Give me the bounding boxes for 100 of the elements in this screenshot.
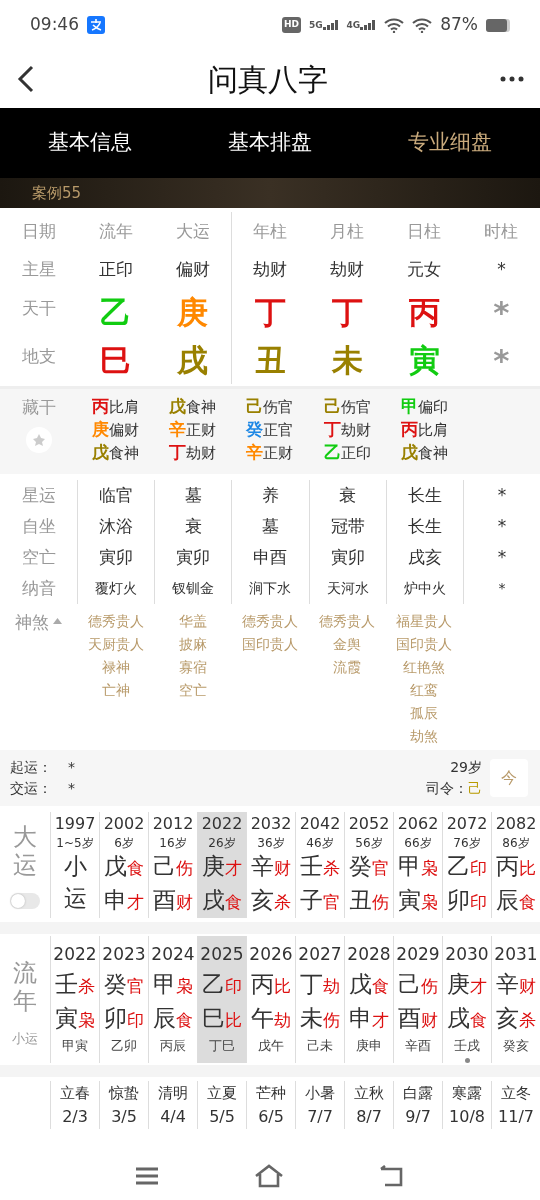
age-text: 16岁: [159, 836, 187, 850]
ten-god-label: 官: [323, 892, 340, 912]
ten-god-label: 才: [470, 975, 487, 996]
liunian-column[interactable]: 2029 己伤 酉财 辛酉: [393, 936, 442, 1063]
age-text: 46岁: [306, 836, 334, 850]
ganzhi-char: 壬: [300, 853, 323, 879]
dayun-column[interactable]: 2062 66岁 甲 枭 寅枭: [393, 812, 442, 918]
liunian-column[interactable]: 2030 庚才 戌食 壬戌: [442, 936, 491, 1063]
solar-term-name: 清明: [158, 1083, 188, 1102]
detail-text: 墓: [231, 511, 309, 542]
detail-text: 养: [231, 480, 309, 511]
xiaoyun-text: 甲寅: [62, 1037, 88, 1053]
year-text: 2023: [102, 944, 146, 964]
solar-term-date: 10/8: [449, 1106, 485, 1126]
earthly-branch: 巳: [99, 341, 133, 380]
heavenly-stem: *: [492, 293, 511, 332]
ten-god-label: 正财: [186, 421, 217, 439]
tab[interactable]: 基本排盘: [180, 127, 360, 159]
network-type-text: 4G: [346, 21, 361, 30]
dayun-column[interactable]: 2032 36岁 辛财 亥杀: [246, 812, 295, 918]
stem-char: 戊: [400, 442, 418, 462]
year-text: 2025: [200, 944, 244, 964]
detail-text: 寅卯: [308, 542, 386, 573]
dayun-column[interactable]: 2082 86岁 丙比 辰食: [491, 812, 540, 918]
ten-god-label: 才: [225, 858, 242, 878]
shensha-text: 天厨贵人: [86, 635, 145, 654]
column-heading: 日柱: [406, 220, 443, 243]
year-text: 1997: [54, 814, 96, 833]
dayun-column[interactable]: 2042 46岁 壬杀 子官: [295, 812, 344, 918]
dayun-column[interactable]: 2052 56岁 癸官 丑伤: [344, 812, 393, 918]
tab[interactable]: 专业细盘: [360, 127, 540, 159]
shensha-text: 国印贵人: [395, 635, 454, 654]
stem-char: 辛: [246, 442, 264, 462]
ganzhi-char: 酉: [398, 1004, 421, 1031]
year-text: 2022: [201, 814, 243, 833]
main-star-text: 正印: [97, 258, 134, 281]
back-icon[interactable]: [16, 64, 36, 94]
ten-god-label: 印: [127, 1009, 144, 1030]
ten-god-label: 杀: [323, 858, 340, 878]
ganzhi-char: 庚: [447, 970, 470, 997]
liunian-column[interactable]: 2022 壬杀 寅枭 甲寅: [50, 936, 99, 1063]
liunian-column[interactable]: 2025 乙印 巳比 丁巳: [197, 936, 246, 1063]
stem-char: 丁: [323, 419, 341, 439]
detail-text: 涧下水: [231, 573, 309, 604]
ten-god-label: 食: [372, 975, 389, 996]
ten-god-label: 比: [274, 975, 291, 996]
ten-god-label: 伤: [176, 858, 193, 878]
dayun-column[interactable]: 2002 6岁 戊食 申 才: [99, 812, 148, 918]
toggle-switch[interactable]: [10, 893, 40, 910]
liunian-column[interactable]: 2027 丁劫 未伤 己未: [295, 936, 344, 1063]
shensha-text: 德秀贵人: [86, 612, 145, 631]
liunian-column[interactable]: 2028 戊食 申 才 庚申: [344, 936, 393, 1063]
row-label: 自坐: [20, 515, 57, 538]
ganzhi-char: 辛: [251, 853, 274, 879]
age-text: 26岁: [208, 836, 236, 850]
detail-text: *: [462, 542, 540, 573]
page-title: 问真八字: [208, 60, 328, 99]
stem-char: 庚: [92, 419, 110, 439]
solar-term-name: 小暑: [305, 1083, 335, 1102]
detail-text: *: [462, 573, 540, 604]
home-icon[interactable]: [254, 1164, 284, 1188]
ten-god-label: 劫: [274, 1009, 291, 1030]
ten-god-label: 伤: [323, 1009, 340, 1030]
ganzhi-char: 戊: [349, 970, 372, 997]
section-label: 大运: [13, 824, 37, 880]
heavenly-stem: 乙: [99, 293, 133, 332]
ganzhi-char: 乙: [202, 970, 225, 997]
stem-char: 己: [323, 396, 341, 416]
liunian-column[interactable]: 2026 丙比 午劫 戊午: [246, 936, 295, 1063]
xiaoyun-text: 戊午: [258, 1037, 284, 1053]
dayun-column[interactable]: 2072 76岁 乙印 卯印: [442, 812, 491, 918]
age-text: 76岁: [453, 836, 481, 850]
ten-god-label: 正财: [263, 444, 294, 462]
detail-text: 覆灯火: [77, 573, 155, 604]
ganzhi-char: 辛: [496, 970, 519, 997]
liunian-column[interactable]: 2023 癸官 卯印 乙卯: [99, 936, 148, 1063]
back-nav-icon[interactable]: [379, 1165, 405, 1187]
tab[interactable]: 基本信息: [0, 127, 180, 159]
liunian-column[interactable]: 2031 辛财 亥杀 癸亥: [491, 936, 540, 1063]
shensha-text: 披麻: [177, 635, 208, 654]
ganzhi-char: 癸: [349, 853, 372, 879]
ten-god-label: 偏财: [109, 421, 140, 439]
ten-god-label: 杀: [519, 1009, 536, 1030]
section-label: 流年: [13, 960, 37, 1016]
menu-icon[interactable]: [135, 1166, 159, 1186]
solar-term-name: 寒露: [452, 1083, 482, 1102]
shensha-text: 空亡: [177, 681, 208, 700]
ganzhi-char: 戌: [447, 1004, 470, 1031]
solar-term-date: 5/5: [209, 1106, 235, 1126]
ten-god-label: 官: [372, 858, 389, 878]
detail-text: 沐浴: [77, 511, 155, 542]
more-icon[interactable]: [500, 76, 524, 82]
ganzhi-char: 申: [104, 887, 127, 913]
stem-char: 乙: [323, 442, 341, 462]
solar-term-name: 白露: [403, 1083, 433, 1102]
ten-god-label: 偏印: [417, 398, 448, 416]
clock-text: 09:46: [30, 13, 79, 37]
dayun-column[interactable]: 2022 26岁 庚才 戌食: [197, 812, 246, 918]
ten-god-label: 食: [127, 858, 144, 878]
dayun-column[interactable]: 1997 1~5岁 小 运: [50, 812, 99, 918]
